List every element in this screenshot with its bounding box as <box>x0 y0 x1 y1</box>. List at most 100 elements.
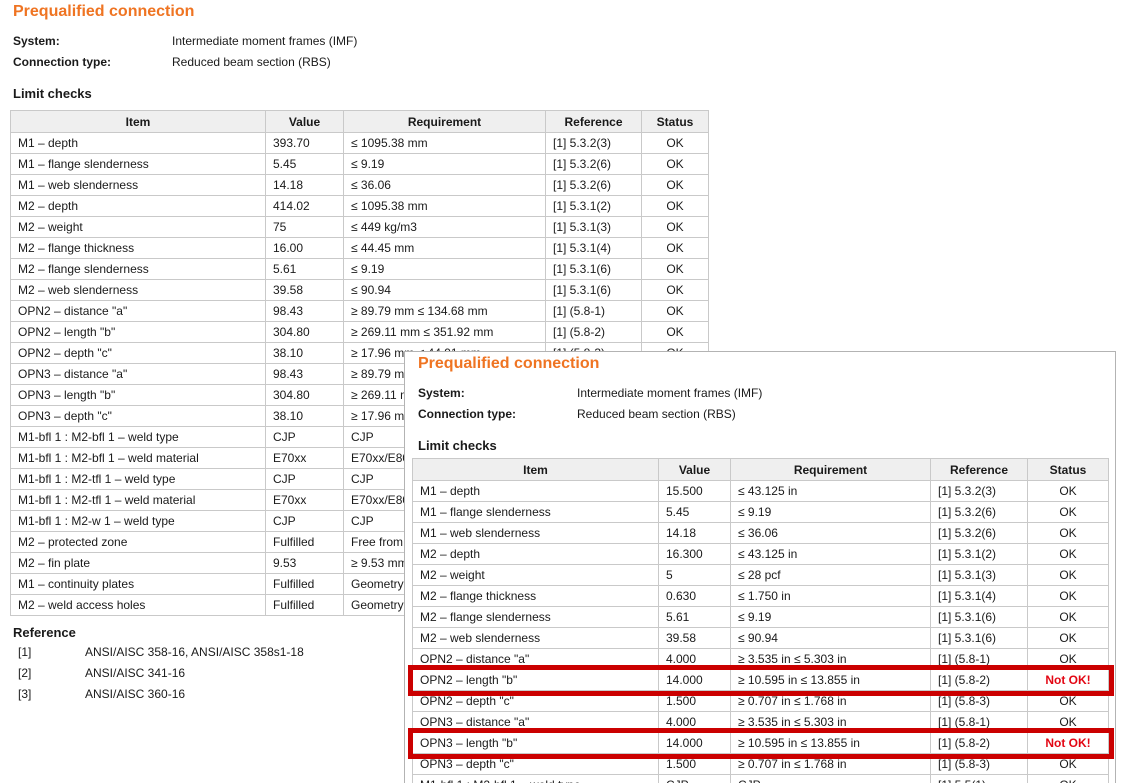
table-row: OPN3 – distance "a" 4.000 ≥ 3.535 in ≤ 5… <box>412 711 1109 733</box>
table-row: M2 – flange thickness 0.630 ≤ 1.750 in [… <box>412 585 1109 607</box>
cell-reference: [1] 5.3.2(6) <box>545 153 642 175</box>
reference-key: [3] <box>18 687 32 701</box>
cell-reference: [1] 5.3.1(3) <box>930 564 1028 586</box>
table-row: OPN2 – depth "c" 1.500 ≥ 0.707 in ≤ 1.76… <box>412 690 1109 712</box>
cell-item: M2 – flange slenderness <box>412 606 659 628</box>
cell-reference: [1] (5.8-1) <box>545 300 642 322</box>
cell-item: OPN2 – length "b" <box>10 321 266 343</box>
cell-item: OPN3 – depth "c" <box>10 405 266 427</box>
cell-item: M1-bfl 1 : M2-bfl 1 – weld type <box>10 426 266 448</box>
cell-item: M1 – flange slenderness <box>412 501 659 523</box>
cell-value: 4.000 <box>658 648 731 670</box>
header-status: Status <box>641 110 709 133</box>
report-panel-front: Prequalified connection System: Intermedi… <box>404 351 1116 783</box>
cell-value: 1.500 <box>658 753 731 775</box>
cell-item: M2 – flange thickness <box>10 237 266 259</box>
cell-status: OK <box>641 300 709 322</box>
cell-requirement: ≥ 0.707 in ≤ 1.768 in <box>730 753 931 775</box>
page-title: Prequalified connection <box>13 3 195 20</box>
cell-item: OPN2 – distance "a" <box>412 648 659 670</box>
cell-value: 14.000 <box>658 732 731 754</box>
system-label: System: <box>418 386 465 400</box>
cell-reference: [1] 5.3.1(4) <box>545 237 642 259</box>
header-requirement: Requirement <box>343 110 546 133</box>
cell-reference: [1] (5.8-3) <box>930 690 1028 712</box>
cell-status: OK <box>1027 564 1109 586</box>
cell-requirement: ≤ 449 kg/m3 <box>343 216 546 238</box>
limit-checks-table: Item Value Requirement Reference Status … <box>407 458 1114 783</box>
cell-value: 39.58 <box>658 627 731 649</box>
cell-item: M1-bfl 1 : M2-tfl 1 – weld type <box>10 468 266 490</box>
cell-requirement: ≥ 3.535 in ≤ 5.303 in <box>730 648 931 670</box>
header-value: Value <box>265 110 344 133</box>
cell-item: M1 – web slenderness <box>412 522 659 544</box>
system-row: System: Intermediate moment frames (IMF) <box>418 386 762 400</box>
reference-key: [2] <box>18 666 32 680</box>
limit-checks-heading: Limit checks <box>13 86 92 101</box>
reference-value: ANSI/AISC 358-16, ANSI/AISC 358s1-18 <box>85 645 304 659</box>
connection-type-value: Reduced beam section (RBS) <box>172 55 331 69</box>
cell-status: OK <box>1027 522 1109 544</box>
cell-value: 16.300 <box>658 543 731 565</box>
cell-requirement: ≥ 89.79 mm ≤ 134.68 mm <box>343 300 546 322</box>
cell-item: M2 – flange thickness <box>412 585 659 607</box>
cell-value: 4.000 <box>658 711 731 733</box>
table-row: M1 – web slenderness 14.18 ≤ 36.06 [1] 5… <box>412 522 1109 544</box>
cell-status: OK <box>1027 774 1109 783</box>
cell-value: 38.10 <box>265 405 344 427</box>
cell-reference: [1] 5.3.2(6) <box>930 522 1028 544</box>
cell-value: 39.58 <box>265 279 344 301</box>
table-row: OPN2 – distance "a" 4.000 ≥ 3.535 in ≤ 5… <box>412 648 1109 670</box>
table-row: M1 – web slenderness 14.18 ≤ 36.06 [1] 5… <box>10 174 709 196</box>
cell-value: 304.80 <box>265 384 344 406</box>
cell-requirement: ≤ 9.19 <box>730 606 931 628</box>
cell-status: OK <box>1027 711 1109 733</box>
cell-value: 98.43 <box>265 363 344 385</box>
cell-requirement: ≤ 43.125 in <box>730 543 931 565</box>
cell-requirement: ≤ 36.06 <box>730 522 931 544</box>
table-row: M1 – flange slenderness 5.45 ≤ 9.19 [1] … <box>412 501 1109 523</box>
cell-requirement: ≤ 44.45 mm <box>343 237 546 259</box>
cell-value: 38.10 <box>265 342 344 364</box>
table-header-row: Item Value Requirement Reference Status <box>10 110 709 133</box>
cell-status: OK <box>1027 543 1109 565</box>
cell-value: 9.53 <box>265 552 344 574</box>
cell-reference: [1] 5.3.1(2) <box>545 195 642 217</box>
cell-requirement: ≤ 9.19 <box>730 501 931 523</box>
cell-reference: [1] 5.3.1(6) <box>930 627 1028 649</box>
cell-item: M2 – weight <box>412 564 659 586</box>
reference-item: [1] ANSI/AISC 358-16, ANSI/AISC 358s1-18 <box>18 645 304 659</box>
cell-value: 14.18 <box>265 174 344 196</box>
cell-requirement: ≥ 3.535 in ≤ 5.303 in <box>730 711 931 733</box>
cell-value: 5.61 <box>658 606 731 628</box>
cell-value: 5.61 <box>265 258 344 280</box>
table-row: M1 – flange slenderness 5.45 ≤ 9.19 [1] … <box>10 153 709 175</box>
cell-item: M2 – depth <box>10 195 266 217</box>
page-title: Prequalified connection <box>418 355 600 372</box>
cell-value: Fulfilled <box>265 594 344 616</box>
cell-reference: [1] (5.8-2) <box>930 732 1028 754</box>
cell-requirement: ≤ 90.94 <box>343 279 546 301</box>
reference-heading: Reference <box>13 625 76 640</box>
cell-reference: [1] 5.3.1(4) <box>930 585 1028 607</box>
cell-value: CJP <box>658 774 731 783</box>
cell-requirement: ≤ 1095.38 mm <box>343 195 546 217</box>
cell-status: OK <box>1027 690 1109 712</box>
cell-item: M1 – flange slenderness <box>10 153 266 175</box>
cell-status: OK <box>1027 480 1109 502</box>
cell-value: 98.43 <box>265 300 344 322</box>
cell-value: 5 <box>658 564 731 586</box>
cell-item: M2 – web slenderness <box>10 279 266 301</box>
cell-value: CJP <box>265 510 344 532</box>
cell-status: OK <box>641 174 709 196</box>
connection-type-row: Connection type: Reduced beam section (RB… <box>13 55 331 69</box>
cell-requirement: ≤ 36.06 <box>343 174 546 196</box>
cell-item: M1-bfl 1 : M2-bfl 1 – weld material <box>10 447 266 469</box>
cell-value: 75 <box>265 216 344 238</box>
limit-checks-heading: Limit checks <box>418 438 497 453</box>
cell-status: OK <box>641 237 709 259</box>
cell-reference: [1] 5.3.2(6) <box>930 501 1028 523</box>
cell-item: M2 – web slenderness <box>412 627 659 649</box>
reference-item: [3] ANSI/AISC 360-16 <box>18 687 185 701</box>
cell-value: 16.00 <box>265 237 344 259</box>
